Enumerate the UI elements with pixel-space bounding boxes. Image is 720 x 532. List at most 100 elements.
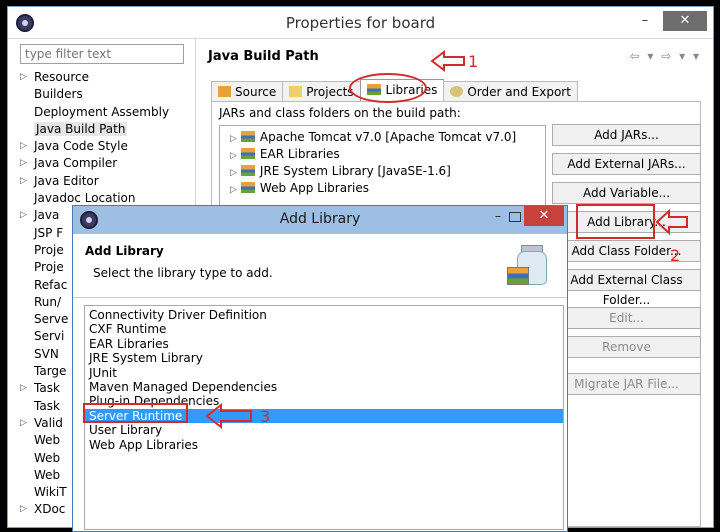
nav-item[interactable]: Builders <box>18 86 169 103</box>
tab-order-and-export[interactable]: Order and Export <box>443 81 578 103</box>
nav-item-label: Task <box>34 381 60 396</box>
library-icon <box>240 165 255 176</box>
annotation-number-1: 1 <box>468 52 479 71</box>
annotation-box-server-runtime <box>83 403 188 423</box>
dialog-heading: Add Library <box>85 244 164 258</box>
expand-arrow-icon[interactable]: ▷ <box>230 185 237 195</box>
project-folder-icon <box>289 86 303 97</box>
dialog-minimize-button[interactable]: – <box>495 209 501 223</box>
nav-item-label: Task <box>34 398 60 413</box>
nav-item-label: Java Editor <box>34 173 99 188</box>
nav-item-label: SVN <box>34 346 59 361</box>
nav-item-label: XDoc <box>34 502 66 517</box>
nav-item-label: Proje <box>34 260 64 275</box>
library-entry-label: EAR Libraries <box>259 147 340 161</box>
expand-arrow-icon[interactable]: ▷ <box>230 134 237 144</box>
expand-arrow-icon[interactable]: ▷ <box>230 168 237 178</box>
annotation-arrow-3-icon <box>205 403 252 429</box>
library-icon <box>240 148 255 159</box>
library-entry[interactable]: ▷ Web App Libraries <box>230 180 545 197</box>
library-entry-label: Web App Libraries <box>259 181 369 195</box>
dialog-header: Add Library Select the library type to a… <box>73 234 567 298</box>
nav-item-label: Refac <box>34 277 68 292</box>
library-type-item[interactable]: Connectivity Driver Definition <box>85 308 563 322</box>
nav-item-label: Valid <box>34 415 63 430</box>
add-external-class-folder-button[interactable]: Add External Class Folder... <box>552 269 701 307</box>
close-button[interactable]: ✕ <box>663 11 707 31</box>
library-icon <box>240 131 255 142</box>
expand-arrow-icon[interactable]: ▷ <box>20 501 27 518</box>
jars-label: JARs and class folders on the build path… <box>219 106 461 120</box>
library-entry-label: JRE System Library [JavaSE-1.6] <box>259 164 451 178</box>
window-titlebar: Properties for board – ✕ <box>8 7 713 39</box>
nav-item-label: Java Build Path <box>34 121 128 136</box>
nav-item-label: Proje <box>34 242 64 257</box>
library-type-item[interactable]: CXF Runtime <box>85 322 563 336</box>
dialog-close-button[interactable]: ✕ <box>524 206 564 226</box>
migrate-jar-file-button[interactable]: Migrate JAR File... <box>552 373 701 395</box>
nav-item-label: Javadoc Location <box>34 191 136 206</box>
nav-item-label: Serve <box>34 312 69 327</box>
nav-item-label: Java <box>34 208 60 223</box>
filter-input[interactable] <box>20 44 184 64</box>
library-type-item[interactable]: Maven Managed Dependencies <box>85 380 563 394</box>
library-type-item[interactable]: Web App Libraries <box>85 438 563 452</box>
window-title: Properties for board <box>285 14 436 32</box>
dialog-subheading: Select the library type to add. <box>93 266 273 280</box>
add-jars-button[interactable]: Add JARs... <box>552 124 701 146</box>
dialog-maximize-button[interactable] <box>509 212 521 222</box>
annotation-arrow-2-icon <box>655 209 688 235</box>
add-library-dialog: Add Library – ✕ Add Library Select the l… <box>72 205 568 532</box>
expand-arrow-icon[interactable]: ▷ <box>230 151 237 161</box>
library-jar-icon <box>507 243 549 287</box>
annotation-box-add-library <box>576 204 655 239</box>
library-icon <box>240 182 255 193</box>
add-variable-button[interactable]: Add Variable... <box>552 182 701 204</box>
library-type-item[interactable]: JRE System Library <box>85 351 563 365</box>
history-nav-arrows[interactable]: ⇦ ▾ ⇨ ▾ ▾ <box>630 49 701 63</box>
nav-item-label: Resource <box>34 70 90 84</box>
library-type-item[interactable]: User Library <box>85 423 563 437</box>
library-entry[interactable]: ▷ EAR Libraries <box>230 146 545 163</box>
expand-arrow-icon[interactable]: ▷ <box>20 380 27 397</box>
expand-arrow-icon[interactable]: ▷ <box>20 415 27 432</box>
expand-arrow-icon[interactable]: ▷ <box>20 173 27 190</box>
nav-item[interactable]: ▷ Java Code Style <box>18 138 169 155</box>
expand-arrow-icon[interactable]: ▷ <box>20 155 27 172</box>
nav-item-label: Java Compiler <box>34 156 118 171</box>
library-entry[interactable]: ▷ JRE System Library [JavaSE-1.6] <box>230 163 545 180</box>
section-title: Java Build Path <box>208 49 319 64</box>
source-folder-icon <box>218 86 231 97</box>
edit-button[interactable]: Edit... <box>552 307 701 329</box>
add-external-jars-button[interactable]: Add External JARs... <box>552 153 701 175</box>
annotation-arrow-1-icon <box>430 50 465 72</box>
nav-item[interactable]: Java Build Path <box>18 121 169 138</box>
nav-item[interactable]: ▷ Java Compiler <box>18 155 169 172</box>
nav-item-label: Java Code Style <box>34 139 128 154</box>
nav-item-label: Builders <box>34 87 83 102</box>
nav-item-label: JSP F <box>34 225 64 240</box>
nav-item[interactable]: Deployment Assembly <box>18 104 169 121</box>
expand-arrow-icon[interactable]: ▷ <box>20 138 27 155</box>
annotation-number-3: 3 <box>260 407 271 426</box>
minimize-button[interactable]: – <box>633 11 657 31</box>
library-type-item[interactable]: EAR Libraries <box>85 337 563 351</box>
dialog-title: Add Library <box>279 211 361 227</box>
annotation-number-2: 2 <box>670 246 681 265</box>
tab-source[interactable]: Source <box>211 81 284 103</box>
nav-item-label: WikiT <box>34 485 67 500</box>
nav-item-label: Servi <box>34 329 65 344</box>
remove-button[interactable]: Remove <box>552 336 701 358</box>
expand-arrow-icon[interactable]: ▷ <box>20 69 27 86</box>
dialog-titlebar: Add Library – ✕ <box>73 206 567 234</box>
expand-arrow-icon[interactable]: ▷ <box>20 207 27 224</box>
order-export-icon <box>450 86 464 97</box>
nav-item-label: Targe <box>34 364 67 379</box>
library-entry[interactable]: ▷ Apache Tomcat v7.0 [Apache Tomcat v7.0] <box>230 129 545 146</box>
nav-item[interactable]: ▷ Java Editor <box>18 173 169 190</box>
nav-item-label: Web <box>34 433 61 448</box>
nav-item-label: Run/ <box>34 294 62 309</box>
nav-item[interactable]: ▷ Resource <box>18 69 169 86</box>
library-type-item[interactable]: JUnit <box>85 366 563 380</box>
nav-item-label: Web <box>34 450 61 465</box>
